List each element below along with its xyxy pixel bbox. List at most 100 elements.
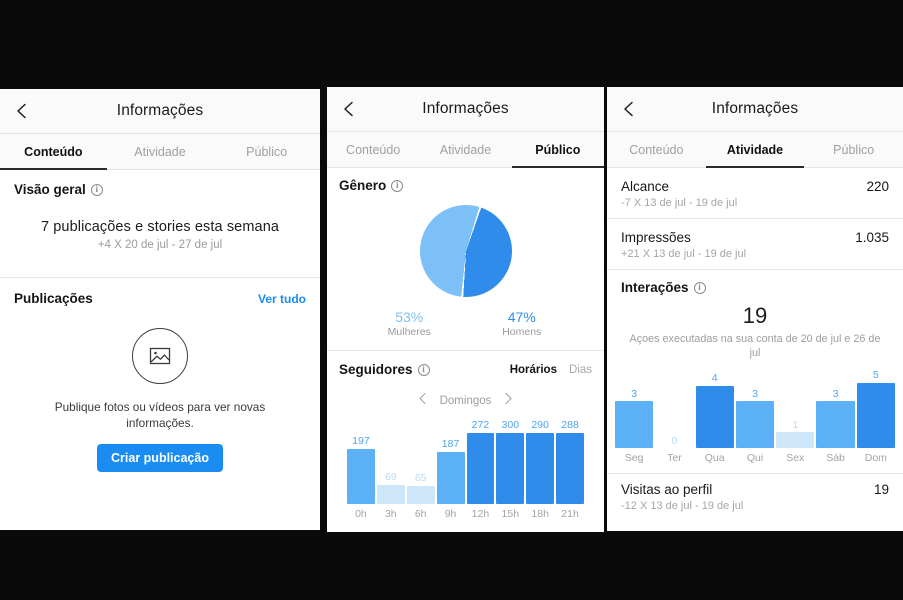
- bar-axis-label: 18h: [531, 508, 549, 520]
- bar-column: 187: [436, 420, 465, 504]
- bar-axis-label: 0h: [355, 508, 367, 520]
- tab-bar: Conteúdo Atividade Público: [607, 132, 903, 168]
- empty-state-text: Publique fotos ou vídeos para ver novas …: [54, 400, 266, 430]
- chevron-left-icon[interactable]: [620, 100, 638, 118]
- publications-empty-state: Publique fotos ou vídeos para ver novas …: [14, 306, 306, 472]
- followers-header: Seguidores Horários Dias: [339, 362, 592, 377]
- info-icon[interactable]: [693, 281, 706, 294]
- interactions-total: 19: [742, 303, 768, 328]
- create-publication-button[interactable]: Criar publicação: [97, 443, 223, 472]
- tab-atividade[interactable]: Atividade: [107, 134, 214, 169]
- toggle-horarios[interactable]: Horários: [510, 364, 557, 376]
- stat-name: Visitas ao perfil: [621, 482, 713, 498]
- interactions-section: Interações: [607, 270, 903, 295]
- publications-heading: Publicações: [14, 291, 93, 306]
- gender-legend: 53% Mulheres 47% Homens: [339, 309, 592, 338]
- bar-column: 197: [347, 420, 375, 504]
- bar-column: 288: [556, 420, 584, 504]
- stat-name: Alcance: [621, 179, 670, 194]
- stat-sub: +21 X 13 de jul - 19 de jul: [621, 248, 747, 260]
- bar-value-label: 187: [441, 438, 460, 451]
- bar-value-label: 272: [471, 419, 490, 431]
- followers-heading: Seguidores: [339, 362, 413, 377]
- info-icon[interactable]: [391, 179, 404, 192]
- bar-value-label: 0: [671, 434, 678, 447]
- tab-publico[interactable]: Público: [511, 132, 604, 168]
- tab-conteudo[interactable]: Conteúdo: [0, 134, 107, 170]
- bar-axis-label: 21h: [561, 508, 579, 520]
- bar-column: 1: [776, 370, 815, 449]
- legend-item-mulheres: 53% Mulheres: [353, 309, 466, 338]
- tab-publico[interactable]: Público: [804, 132, 903, 167]
- legend-label: Homens: [502, 326, 542, 338]
- bar: [776, 432, 815, 449]
- info-icon[interactable]: [90, 183, 103, 196]
- overview-title-row: Visão geral: [14, 182, 306, 197]
- gender-title-row: Gênero: [339, 178, 592, 193]
- panel-body: Visão geral 7 publicações e stories esta…: [0, 170, 320, 530]
- bar-value-label: 300: [501, 419, 520, 431]
- bar: [735, 401, 775, 449]
- chevron-left-icon[interactable]: [417, 392, 428, 410]
- bar: [436, 451, 465, 504]
- bar-value-label: 4: [711, 372, 718, 385]
- bar-axis-label: Seg: [624, 452, 644, 465]
- interactions-bar-chart: 3 0 4 3 1 3 5: [607, 370, 903, 449]
- panel-body: Gênero 53% Mulheres 47% Homens: [327, 168, 604, 532]
- chevron-left-icon[interactable]: [340, 100, 358, 118]
- bar: [556, 432, 584, 504]
- day-navigator: Domingos: [339, 392, 592, 410]
- info-icon[interactable]: [417, 363, 430, 376]
- bar: [526, 432, 555, 504]
- bar-axis-label: Sáb: [826, 452, 845, 465]
- followers-bar-chart: 197 69 65 187 272 300 290 288: [339, 420, 592, 504]
- bar: [347, 448, 375, 504]
- phone-panel-atividade: Informações Conteúdo Atividade Público A…: [607, 87, 903, 531]
- overview-headline: 7 publicações e stories esta semana: [40, 219, 280, 235]
- bar-axis-label: 6h: [414, 508, 427, 520]
- stat-alcance[interactable]: Alcance 220 -7 X 13 de jul - 19 de jul: [607, 168, 903, 218]
- bar-column: 3: [816, 370, 855, 449]
- bar: [695, 385, 734, 449]
- stat-value: 19: [873, 482, 889, 498]
- bar-column: 5: [856, 370, 895, 449]
- stat-row: Visitas ao perfil 19: [621, 482, 889, 497]
- overview-heading: Visão geral: [14, 182, 86, 197]
- tab-atividade[interactable]: Atividade: [419, 132, 511, 167]
- page-title: Informações: [711, 100, 799, 117]
- tab-publico[interactable]: Público: [213, 134, 320, 169]
- bar-value-label: 3: [631, 387, 638, 400]
- stat-value: 1.035: [855, 230, 889, 245]
- overview-header: Visão geral: [14, 182, 306, 215]
- bar-value-label: 197: [352, 435, 370, 448]
- overview-summary: 7 publicações e stories esta semana +4 X…: [14, 215, 306, 277]
- followers-axis-labels: 0h 3h 6h 9h 12h 15h 18h 21h: [339, 508, 592, 520]
- chevron-left-icon[interactable]: [13, 102, 31, 120]
- chevron-right-icon[interactable]: [503, 392, 514, 410]
- interactions-heading: Interações: [621, 280, 689, 295]
- phone-panel-conteudo: Informações Conteúdo Atividade Público V…: [0, 89, 320, 530]
- bar-value-label: 3: [832, 387, 839, 400]
- tab-atividade[interactable]: Atividade: [705, 132, 805, 168]
- bar-value-label: 288: [561, 419, 579, 431]
- see-all-link[interactable]: Ver tudo: [258, 292, 306, 306]
- navbar: Informações: [327, 87, 604, 132]
- day-navigator-label: Domingos: [439, 395, 492, 407]
- bar-column: 3: [615, 370, 654, 449]
- bar-column: 300: [496, 419, 525, 504]
- bar-column: 3: [735, 370, 775, 449]
- stat-impressoes[interactable]: Impressões 1.035 +21 X 13 de jul - 19 de…: [607, 219, 903, 269]
- stat-row: Alcance 220: [621, 179, 889, 194]
- bar-value-label: 290: [531, 419, 549, 431]
- stat-visitas-perfil[interactable]: Visitas ao perfil 19 -12 X 13 de jul - 1…: [607, 474, 903, 512]
- bar: [496, 432, 525, 504]
- bar-axis-label: 3h: [384, 508, 397, 520]
- bar-axis-label: 12h: [471, 508, 490, 520]
- tab-conteudo[interactable]: Conteúdo: [607, 132, 706, 167]
- bar: [466, 432, 495, 504]
- toggle-dias[interactable]: Dias: [569, 364, 592, 376]
- bar-axis-label: 15h: [501, 508, 520, 520]
- tab-conteudo[interactable]: Conteúdo: [327, 132, 419, 167]
- bar: [856, 382, 895, 449]
- page-title: Informações: [422, 100, 509, 117]
